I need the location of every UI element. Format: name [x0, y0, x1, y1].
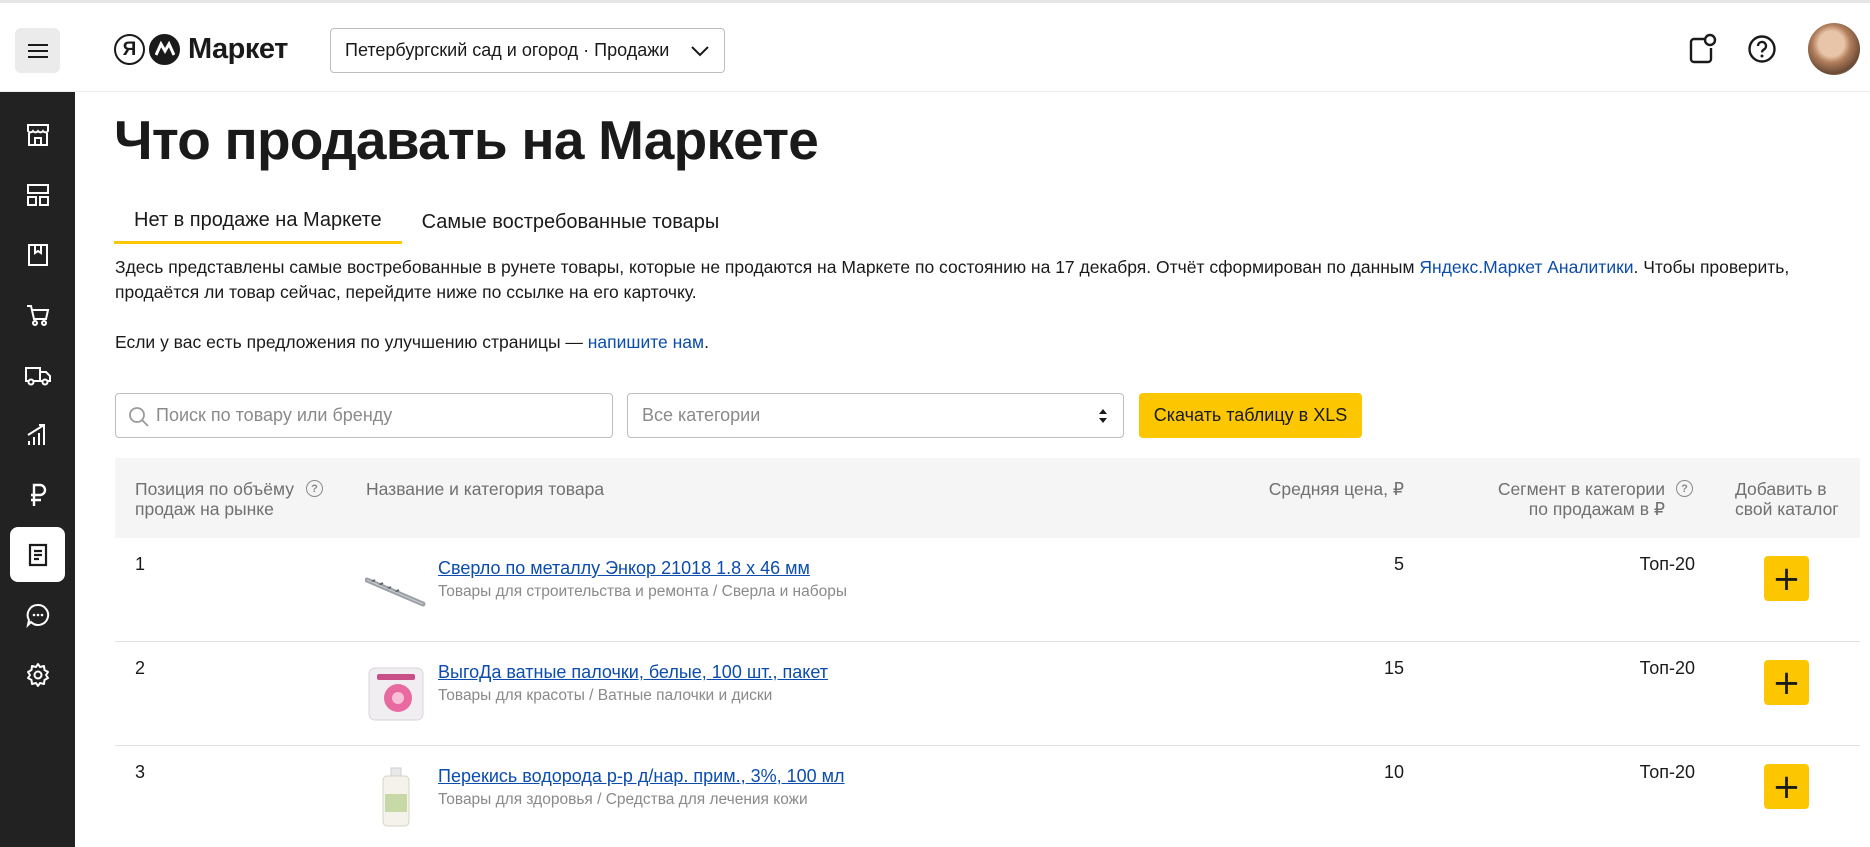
sidebar-item-catalog[interactable] [10, 227, 65, 282]
column-segment: Сегмент в категории по продажам в ₽ [1497, 479, 1665, 519]
product-price: 15 [1383, 658, 1404, 678]
market-logo[interactable]: Я Маркет [114, 32, 288, 66]
product-segment: Топ-20 [1639, 554, 1695, 574]
product-price: 10 [1383, 762, 1404, 782]
sidebar [0, 92, 75, 847]
category-select-value: Все категории [642, 405, 761, 425]
sidebar-item-reports[interactable] [10, 527, 65, 582]
category-select[interactable]: Все категории [627, 393, 1124, 438]
notifications-button[interactable] [1684, 31, 1720, 67]
ruble-icon [30, 483, 46, 506]
sidebar-item-settings[interactable] [10, 647, 65, 702]
menu-button[interactable] [15, 28, 60, 73]
top-header: Я Маркет Петербургский сад и огород · Пр… [0, 0, 1870, 92]
gear-icon [26, 662, 49, 687]
report-icon [28, 543, 47, 566]
product-price: 5 [1393, 554, 1404, 574]
analytics-icon [26, 423, 45, 445]
help-icon [1748, 35, 1776, 63]
product-segment: Топ-20 [1639, 658, 1695, 678]
tab-not-on-sale[interactable]: Нет в продаже на Маркете [114, 200, 402, 244]
sort-arrows-icon [1099, 409, 1107, 423]
sidebar-item-analytics[interactable] [10, 407, 65, 462]
store-select[interactable]: Петербургский сад и огород · Продажи [330, 28, 725, 73]
chat-icon [25, 603, 49, 628]
table-row: 2 ВыгоДа ватные палочки, белые, 100 шт.,… [115, 642, 1860, 746]
sidebar-item-dashboard[interactable] [10, 167, 65, 222]
product-category: Товары для строительства и ремонта / Све… [438, 583, 847, 600]
sidebar-item-finance[interactable] [10, 467, 65, 522]
tabs: Нет в продаже на Маркете Самые востребов… [114, 200, 739, 244]
sidebar-item-chat[interactable] [10, 587, 65, 642]
tab-most-demanded[interactable]: Самые востребованные товары [402, 200, 740, 244]
feedback-text: Если у вас есть предложения по улучшению… [115, 332, 709, 352]
add-to-catalog-button[interactable]: + [1764, 764, 1809, 809]
product-category: Товары для красоты / Ватные палочки и ди… [438, 687, 773, 704]
cart-icon [26, 304, 49, 326]
product-image-peroxide[interactable] [365, 766, 427, 828]
column-price: Средняя цена, ₽ [1268, 479, 1404, 499]
table-header: Позиция по объёму продаж на рынке ? Назв… [115, 458, 1860, 538]
search-input[interactable] [116, 394, 612, 437]
product-segment: Топ-20 [1639, 762, 1695, 782]
catalog-icon [27, 243, 48, 266]
product-image-cotton-buds[interactable] [365, 662, 427, 724]
help-button[interactable] [1744, 31, 1780, 67]
page-description: Здесь представлены самые востребованные … [115, 257, 1790, 302]
download-xls-button[interactable]: Скачать таблицу в XLS [1139, 393, 1362, 438]
dashboard-icon [26, 183, 49, 206]
notification-icon [1689, 33, 1717, 64]
row-position: 3 [135, 762, 146, 782]
help-icon[interactable]: ? [306, 480, 323, 497]
product-link[interactable]: Сверло по металлу Энкор 21018 1.8 x 46 м… [438, 558, 810, 579]
row-position: 1 [135, 554, 146, 574]
feedback-link[interactable]: напишите нам [588, 332, 704, 352]
analytics-link[interactable]: Яндекс.Маркет Аналитики [1419, 257, 1633, 277]
chevron-down-icon [691, 46, 709, 57]
avatar[interactable] [1808, 23, 1860, 75]
shop-icon [26, 123, 49, 146]
table-row: 3 Перекись водорода р-р д/нар. прим., 3%… [115, 746, 1860, 847]
hamburger-icon [27, 43, 48, 58]
logo-text: Маркет [188, 32, 288, 65]
table-row: 1 Сверло по металлу Энкор 21018 1.8 x 46… [115, 538, 1860, 642]
column-add: Добавить в свой каталог [1735, 479, 1839, 519]
sidebar-item-shop[interactable] [10, 107, 65, 162]
add-to-catalog-button[interactable]: + [1764, 660, 1809, 705]
search-icon [129, 407, 149, 427]
column-name: Название и категория товара [366, 479, 605, 499]
page-title: Что продавать на Маркете [114, 109, 819, 171]
product-link[interactable]: ВыгоДа ватные палочки, белые, 100 шт., п… [438, 662, 828, 683]
search-field[interactable] [115, 393, 613, 438]
product-image-drill[interactable] [364, 558, 427, 620]
help-icon[interactable]: ? [1676, 480, 1693, 497]
product-category: Товары для здоровья / Средства для лечен… [438, 791, 808, 808]
add-to-catalog-button[interactable]: + [1764, 556, 1809, 601]
yandex-logo-icon: Я [114, 33, 145, 65]
store-select-value: Петербургский сад и огород · Продажи [345, 40, 670, 60]
product-link[interactable]: Перекись водорода р-р д/нар. прим., 3%, … [438, 766, 845, 787]
sidebar-item-orders[interactable] [10, 287, 65, 342]
column-position: Позиция по объёму продаж на рынке [135, 479, 294, 519]
row-position: 2 [135, 658, 146, 678]
truck-icon [24, 366, 51, 385]
market-logo-icon [149, 33, 180, 65]
sidebar-item-delivery[interactable] [10, 347, 65, 402]
